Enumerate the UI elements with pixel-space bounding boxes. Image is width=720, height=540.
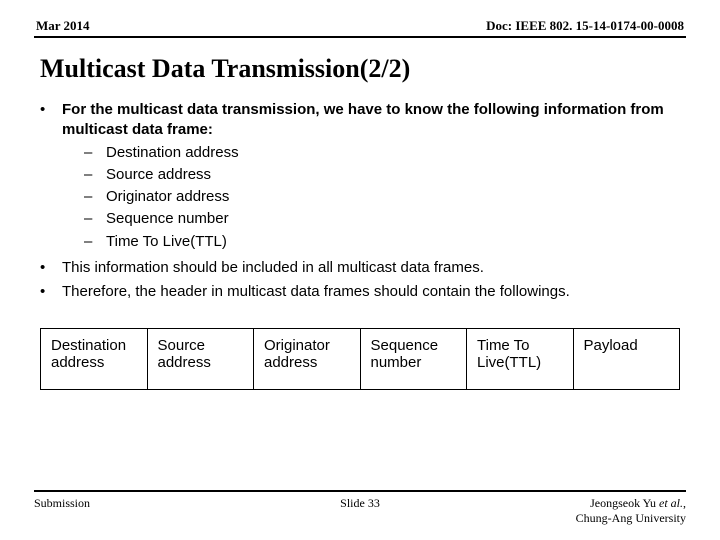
bullet-dot-icon xyxy=(36,258,62,278)
dash-icon xyxy=(84,165,106,185)
subitem: Originator address xyxy=(84,187,678,207)
header-docref: Doc: IEEE 802. 15-14-0174-00-0008 xyxy=(486,18,684,34)
subitem: Source address xyxy=(84,165,678,185)
bullet-3: Therefore, the header in multicast data … xyxy=(36,282,678,302)
bullet-1-text: For the multicast data transmission, we … xyxy=(62,101,664,138)
bullet-2: This information should be included in a… xyxy=(36,258,678,278)
bullet-dot-icon xyxy=(36,282,62,302)
footer-etal: et al. xyxy=(656,496,683,510)
subitem-text: Destination address xyxy=(106,143,239,163)
footer-bar: Submission Slide 33 Jeongseok Yu et al.,… xyxy=(34,490,686,526)
dash-icon xyxy=(84,187,106,207)
slide-title: Multicast Data Transmission(2/2) xyxy=(40,54,686,84)
subitem-text: Originator address xyxy=(106,187,229,207)
subitem-text: Sequence number xyxy=(106,209,229,229)
table-row: Destination address Source address Origi… xyxy=(41,329,680,390)
field-ttl: Time To Live(TTL) xyxy=(467,329,574,390)
footer-author: Jeongseok Yu xyxy=(590,496,656,510)
dash-icon xyxy=(84,232,106,252)
bullet-3-text: Therefore, the header in multicast data … xyxy=(62,283,570,300)
bullet-1-sublist: Destination address Source address Origi… xyxy=(84,143,678,252)
bullet-1: For the multicast data transmission, we … xyxy=(36,100,678,254)
subitem: Sequence number xyxy=(84,209,678,229)
subitem: Destination address xyxy=(84,143,678,163)
field-payload: Payload xyxy=(573,329,680,390)
subitem: Time To Live(TTL) xyxy=(84,232,678,252)
bullet-dot-icon xyxy=(36,100,62,254)
slide: Mar 2014 Doc: IEEE 802. 15-14-0174-00-00… xyxy=(0,0,720,540)
footer-left: Submission xyxy=(34,496,90,511)
field-sequence-number: Sequence number xyxy=(360,329,467,390)
frame-format-table: Destination address Source address Origi… xyxy=(40,328,680,390)
subitem-text: Source address xyxy=(106,165,211,185)
header-bar: Mar 2014 Doc: IEEE 802. 15-14-0174-00-00… xyxy=(34,18,686,38)
field-source-address: Source address xyxy=(147,329,254,390)
subitem-text: Time To Live(TTL) xyxy=(106,232,227,252)
header-date: Mar 2014 xyxy=(36,18,90,34)
bullet-list: For the multicast data transmission, we … xyxy=(34,100,686,302)
dash-icon xyxy=(84,209,106,229)
footer-affiliation: Chung-Ang University xyxy=(576,511,686,525)
field-originator-address: Originator address xyxy=(254,329,361,390)
field-destination-address: Destination address xyxy=(41,329,148,390)
bullet-2-text: This information should be included in a… xyxy=(62,259,484,276)
footer-right: Jeongseok Yu et al., Chung-Ang Universit… xyxy=(576,496,686,526)
dash-icon xyxy=(84,143,106,163)
